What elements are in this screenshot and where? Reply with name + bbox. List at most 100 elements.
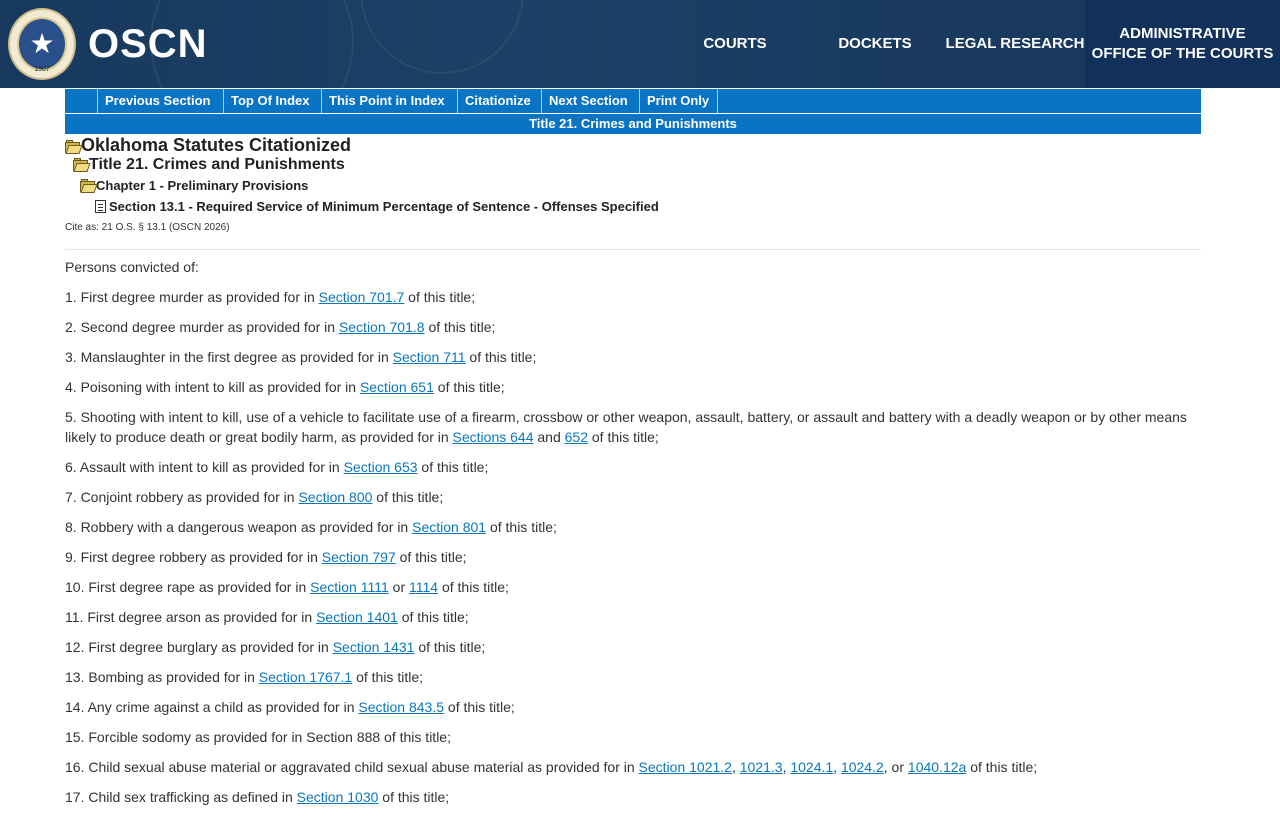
- site-logo-text[interactable]: OSCN: [88, 20, 208, 68]
- item-text: 12. First degree burglary as provided fo…: [65, 639, 333, 655]
- next-section-button[interactable]: Next Section: [541, 89, 639, 113]
- section-link[interactable]: Sections 644: [453, 429, 534, 445]
- divider: [65, 249, 1201, 250]
- tree-title-label: Title 21. Crimes and Punishments: [89, 156, 345, 173]
- item-text: 10. First degree rape as provided for in: [65, 579, 311, 595]
- citation-text: Cite as: 21 O.S. § 13.1 (OSCN 2026): [65, 222, 230, 233]
- item-text: of this title;: [433, 379, 505, 395]
- section-link[interactable]: Section 1111: [310, 579, 389, 595]
- section-link[interactable]: 1114: [409, 579, 438, 595]
- list-item: 1. First degree murder as provided for i…: [65, 287, 1201, 307]
- item-text: of this title;: [588, 429, 659, 445]
- this-point-in-index-button[interactable]: This Point in Index: [321, 89, 457, 113]
- item-text: 2. Second degree murder as provided for …: [65, 319, 339, 335]
- item-text: of this title;: [438, 579, 509, 595]
- item-text: 15. Forcible sodomy as provided for in S…: [65, 729, 451, 745]
- item-text: of this title;: [395, 549, 467, 565]
- tree-chapter[interactable]: Chapter 1 - Preliminary Provisions: [80, 177, 308, 195]
- section-link[interactable]: Section 797: [322, 549, 396, 565]
- item-text: of this title;: [414, 639, 486, 655]
- section-link[interactable]: Section 1401: [316, 609, 398, 625]
- section-link[interactable]: Section 653: [344, 459, 418, 475]
- list-item: 11. First degree arson as provided for i…: [65, 607, 1201, 627]
- item-text: 6. Assault with intent to kill as provid…: [65, 459, 344, 475]
- item-text: of this title;: [966, 759, 1038, 775]
- item-text: 13. Bombing as provided for in: [65, 669, 259, 685]
- list-item: 9. First degree robbery as provided for …: [65, 547, 1201, 567]
- section-link[interactable]: 1040.12a: [908, 759, 966, 775]
- list-item: 5. Shooting with intent to kill, use of …: [65, 407, 1201, 447]
- item-text: of this title;: [372, 489, 444, 505]
- title-bar: Title 21. Crimes and Punishments: [65, 114, 1201, 134]
- item-text: , or: [883, 759, 908, 775]
- section-link[interactable]: Section 711: [393, 349, 466, 365]
- list-item: 6. Assault with intent to kill as provid…: [65, 457, 1201, 477]
- section-link[interactable]: Section 843.5: [358, 699, 444, 715]
- item-text: of this title;: [424, 319, 496, 335]
- nav-dockets[interactable]: DOCKETS: [805, 0, 945, 88]
- item-text: of this title;: [417, 459, 489, 475]
- item-text: 3. Manslaughter in the first degree as p…: [65, 349, 393, 365]
- section-link[interactable]: Section 1431: [333, 639, 415, 655]
- section-toolbar: Previous Section Top Of Index This Point…: [65, 89, 1201, 113]
- list-item: 3. Manslaughter in the first degree as p…: [65, 347, 1201, 367]
- tree-root[interactable]: Oklahoma Statutes Citationized: [65, 134, 351, 156]
- list-item: 15. Forcible sodomy as provided for in S…: [65, 727, 1201, 747]
- open-folder-icon: [80, 179, 98, 193]
- nav-legal-research[interactable]: LEGAL RESEARCH: [945, 0, 1085, 88]
- tree-title[interactable]: Title 21. Crimes and Punishments: [73, 155, 345, 175]
- top-of-index-button[interactable]: Top Of Index: [223, 89, 321, 113]
- open-folder-icon: [65, 140, 83, 154]
- item-text: of this title;: [404, 289, 476, 305]
- item-text: or: [388, 579, 409, 595]
- item-text: of this title;: [465, 349, 537, 365]
- tree-section[interactable]: Section 13.1 - Required Service of Minim…: [95, 198, 659, 216]
- open-folder-icon: [73, 158, 91, 172]
- section-link[interactable]: Section 801: [412, 519, 486, 535]
- list-item: 17. Child sex trafficking as defined in …: [65, 787, 1201, 807]
- item-text: and: [533, 429, 565, 445]
- list-item: 7. Conjoint robbery as provided for in S…: [65, 487, 1201, 507]
- section-link[interactable]: Section 651: [360, 379, 434, 395]
- star-icon: ★: [29, 28, 55, 59]
- section-link[interactable]: Section 1767.1: [259, 669, 352, 685]
- previous-section-button[interactable]: Previous Section: [97, 89, 223, 113]
- item-text: of this title;: [397, 609, 469, 625]
- section-link[interactable]: 1024.1: [790, 759, 833, 775]
- section-link[interactable]: Section 701.8: [339, 319, 425, 335]
- item-text: 16. Child sexual abuse material or aggra…: [65, 759, 639, 775]
- list-item: 13. Bombing as provided for in Section 1…: [65, 667, 1201, 687]
- section-link[interactable]: Section 800: [298, 489, 372, 505]
- list-item: 8. Robbery with a dangerous weapon as pr…: [65, 517, 1201, 537]
- seal-center: ★: [17, 17, 67, 71]
- court-seal-logo[interactable]: ★ 1907: [8, 8, 76, 80]
- document-icon: [95, 200, 106, 213]
- section-link[interactable]: Section 1030: [297, 789, 379, 805]
- tree-chapter-label: Chapter 1 - Preliminary Provisions: [96, 178, 309, 193]
- section-link[interactable]: 652: [565, 429, 588, 445]
- nav-administrative-office[interactable]: ADMINISTRATIVE OFFICE OF THE COURTS: [1085, 0, 1280, 88]
- item-text: 17. Child sex trafficking as defined in: [65, 789, 297, 805]
- item-text: 14. Any crime against a child as provide…: [65, 699, 359, 715]
- tree-section-label: Section 13.1 - Required Service of Minim…: [109, 199, 659, 214]
- list-item: 2. Second degree murder as provided for …: [65, 317, 1201, 337]
- list-item: 10. First degree rape as provided for in…: [65, 577, 1201, 597]
- list-item: 14. Any crime against a child as provide…: [65, 697, 1201, 717]
- item-text: of this title;: [486, 519, 557, 535]
- item-text: of this title;: [444, 699, 515, 715]
- section-link[interactable]: 1021.3: [740, 759, 783, 775]
- print-only-button[interactable]: Print Only: [639, 89, 718, 113]
- list-item: 12. First degree burglary as provided fo…: [65, 637, 1201, 657]
- statute-items: 1. First degree murder as provided for i…: [65, 287, 1201, 807]
- seal-year: 1907: [34, 66, 50, 73]
- site-header: ★ 1907 OSCN COURTS DOCKETS LEGAL RESEARC…: [0, 0, 1280, 88]
- item-text: 1. First degree murder as provided for i…: [65, 289, 319, 305]
- list-item: 16. Child sexual abuse material or aggra…: [65, 757, 1201, 777]
- section-link[interactable]: Section 1021.2: [639, 759, 732, 775]
- nav-courts[interactable]: COURTS: [665, 0, 805, 88]
- citationize-button[interactable]: Citationize: [457, 89, 541, 113]
- item-text: 4. Poisoning with intent to kill as prov…: [65, 379, 360, 395]
- statute-content: Persons convicted of: 1. First degree mu…: [65, 257, 1201, 817]
- section-link[interactable]: Section 701.7: [319, 289, 405, 305]
- section-link[interactable]: 1024.2: [841, 759, 884, 775]
